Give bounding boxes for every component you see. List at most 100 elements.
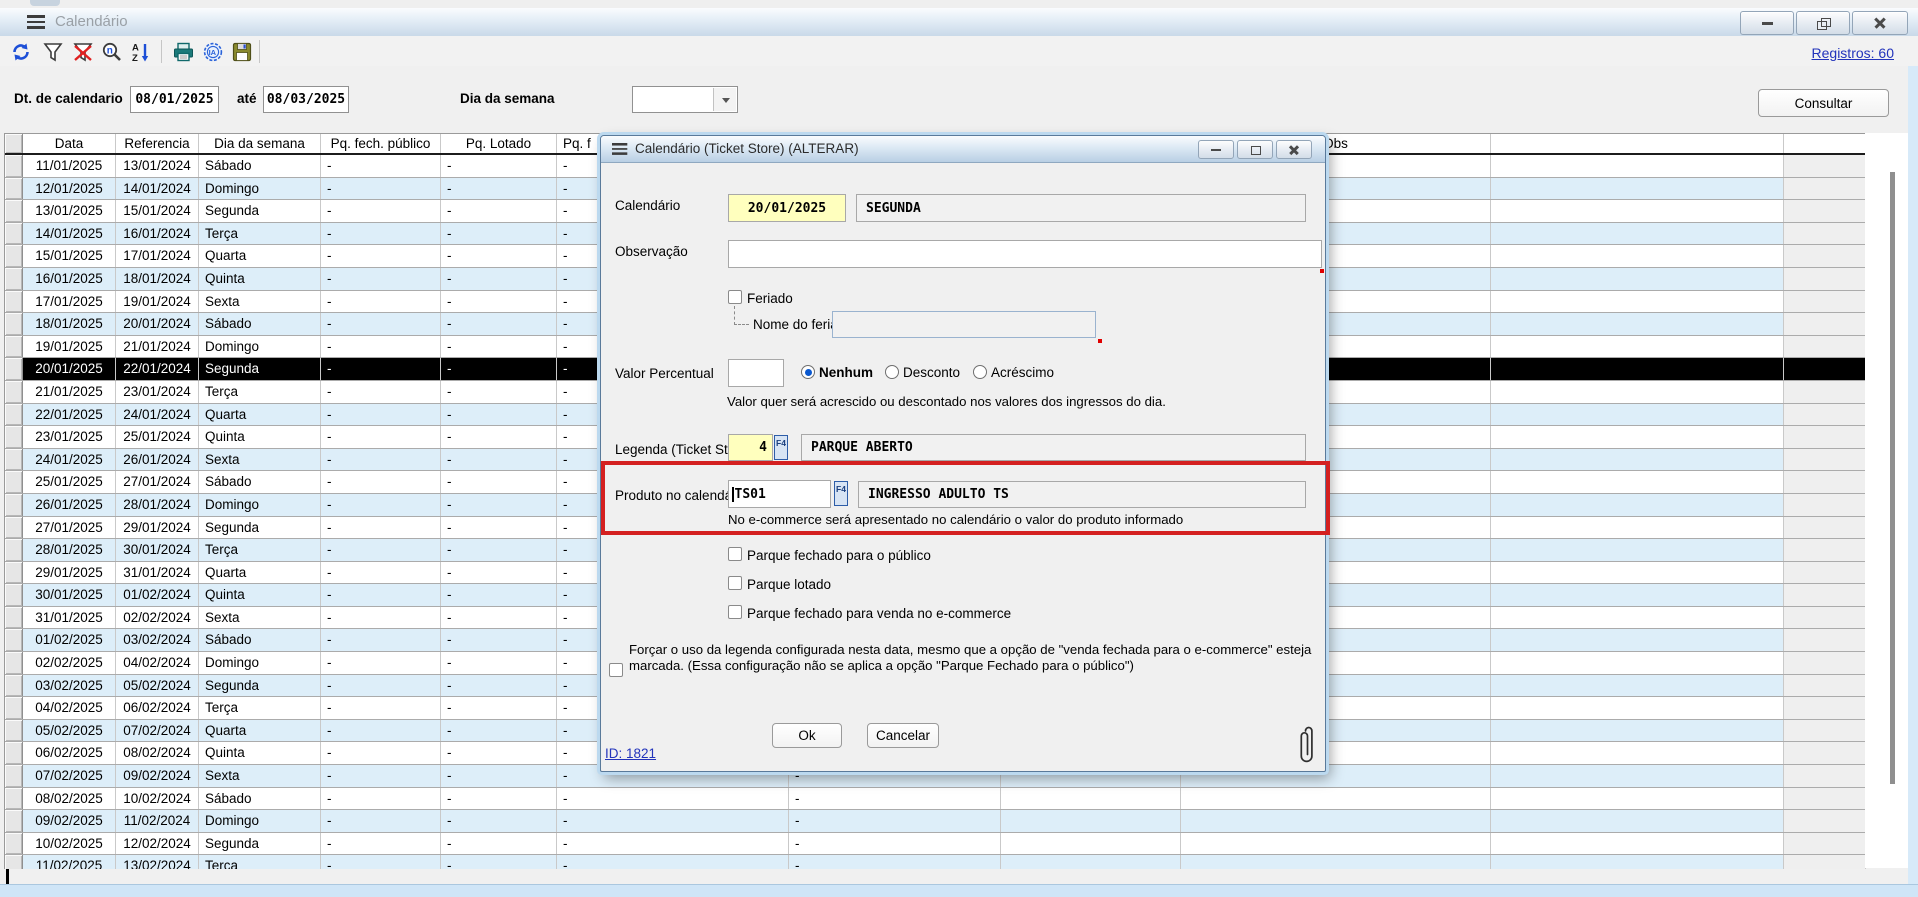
table-row[interactable]: 09/02/202511/02/2024Domingo---- [5, 810, 1866, 833]
cell-data: 23/01/2025 [23, 426, 116, 448]
cell-pq_lotado: - [441, 788, 557, 810]
cell-pq_fech: - [321, 810, 441, 832]
cell-c7: - [789, 788, 1001, 810]
calendario-label: Calendário [615, 198, 680, 213]
date-until-input[interactable]: 08/03/2025 [263, 86, 349, 113]
cell-fill [1784, 697, 1866, 719]
paperclip-icon[interactable] [1299, 726, 1315, 771]
table-row[interactable]: 11/02/202513/02/2024Terça---- [5, 855, 1866, 869]
column-header-dia[interactable]: Dia da semana [199, 134, 321, 153]
cell-pq_lotado: - [441, 629, 557, 651]
legenda-code-input[interactable]: 4 [728, 434, 773, 461]
cell-sel [5, 652, 23, 674]
cell-sel [5, 178, 23, 200]
forcar-legenda-checkbox[interactable] [609, 663, 623, 677]
cell-sel [5, 381, 23, 403]
cell-sel [5, 742, 23, 764]
table-row[interactable]: 10/02/202512/02/2024Segunda---- [5, 833, 1866, 856]
save-icon[interactable] [229, 39, 255, 65]
sort-az-icon[interactable]: AZ [128, 39, 154, 65]
cell-fill [1784, 765, 1866, 787]
ok-button[interactable]: Ok [772, 723, 842, 748]
nome-feriado-input[interactable] [832, 311, 1096, 338]
legenda-f4-button[interactable]: F4 [774, 435, 788, 460]
weekday-select[interactable] [632, 86, 738, 113]
restore-button[interactable] [1796, 11, 1850, 35]
minimize-button[interactable] [1740, 11, 1794, 35]
cell-dia: Sexta [199, 607, 321, 629]
vertical-scrollbar[interactable] [1890, 172, 1895, 784]
process-ia-icon[interactable]: IA [200, 39, 226, 65]
dialog-titlebar[interactable]: Calendário (Ticket Store) (ALTERAR) [601, 136, 1325, 163]
restore-icon [1251, 146, 1261, 155]
parque-fechado-ecommerce-checkbox[interactable] [728, 605, 742, 619]
id-link[interactable]: ID: 1821 [605, 746, 656, 761]
cell-data: 25/01/2025 [23, 471, 116, 493]
cell-sel [5, 155, 23, 177]
cancelar-button[interactable]: Cancelar [867, 723, 939, 748]
produto-f4-button[interactable]: F4 [834, 481, 848, 506]
radio-desconto[interactable] [885, 365, 899, 379]
cell-sel [5, 788, 23, 810]
parque-fechado-publico-checkbox[interactable] [728, 547, 742, 561]
cell-fill [1784, 833, 1866, 855]
dialog-restore-button[interactable] [1237, 140, 1273, 159]
registros-link[interactable]: Registros: 60 [1812, 45, 1894, 61]
parque-lotado-checkbox[interactable] [728, 576, 742, 590]
column-header-sel[interactable] [5, 134, 23, 153]
column-header-data[interactable]: Data [23, 134, 116, 153]
cell-c8 [1001, 810, 1181, 832]
cell-dia: Quarta [199, 562, 321, 584]
cell-pq_lotado: - [441, 404, 557, 426]
cell-ref: 17/01/2024 [116, 245, 199, 267]
cell-pq_fech: - [321, 449, 441, 471]
filter-clear-icon[interactable] [70, 39, 96, 65]
observacao-input[interactable] [728, 240, 1322, 268]
print-icon[interactable] [170, 39, 196, 65]
radio-acrescimo[interactable] [973, 365, 987, 379]
date-from-input[interactable]: 08/01/2025 [130, 86, 219, 113]
table-row[interactable]: 08/02/202510/02/2024Sábado---- [5, 788, 1866, 811]
column-header-c10[interactable] [1491, 134, 1784, 153]
feriado-checkbox[interactable] [728, 290, 742, 304]
cell-dia: Sábado [199, 788, 321, 810]
menu-hamburger-icon[interactable] [27, 15, 45, 32]
produto-desc-field: INGRESSO ADULTO TS [858, 481, 1306, 508]
consultar-button[interactable]: Consultar [1758, 89, 1889, 117]
refresh-icon[interactable] [8, 39, 34, 65]
dialog-minimize-button[interactable] [1198, 140, 1234, 159]
cell-sel [5, 629, 23, 651]
cell-pq_fech: - [321, 720, 441, 742]
valor-percentual-input[interactable] [728, 359, 784, 387]
cell-dia: Quinta [199, 426, 321, 448]
filter-icon[interactable] [40, 39, 66, 65]
toolbar-separator [161, 40, 162, 63]
cell-ref: 06/02/2024 [116, 697, 199, 719]
radio-acrescimo-label: Acréscimo [991, 365, 1054, 380]
forcar-legenda-label: Forçar o uso da legenda configurada nest… [629, 642, 1331, 674]
parque-fechado-ecommerce-label: Parque fechado para venda no e-commerce [747, 606, 1011, 621]
calendario-date-input[interactable]: 20/01/2025 [728, 194, 846, 222]
cell-c10 [1491, 788, 1784, 810]
dialog-close-button[interactable] [1276, 140, 1312, 159]
column-header-pq_fech[interactable]: Pq. fech. público [321, 134, 441, 153]
cell-fill [1784, 358, 1866, 380]
cell-dia: Sábado [199, 471, 321, 493]
column-header-ref[interactable]: Referencia [116, 134, 199, 153]
radio-nenhum[interactable] [801, 365, 815, 379]
cell-ref: 05/02/2024 [116, 675, 199, 697]
cell-pq_fech: - [321, 178, 441, 200]
close-button[interactable] [1852, 11, 1908, 35]
dialog-menu-hamburger-icon[interactable] [612, 143, 627, 157]
cell-pq_lotado: - [441, 720, 557, 742]
cell-pq_fech: - [321, 404, 441, 426]
cell-dia: Sábado [199, 155, 321, 177]
cell-pq_fech: - [321, 517, 441, 539]
produto-code-input[interactable]: TS01 [728, 480, 831, 508]
cell-pq_lotado: - [441, 471, 557, 493]
search-icon[interactable]: n [99, 39, 125, 65]
column-header-fill[interactable] [1784, 134, 1866, 153]
column-header-pq_lotado[interactable]: Pq. Lotado [441, 134, 557, 153]
cell-data: 29/01/2025 [23, 562, 116, 584]
cell-pq_f: - [557, 810, 789, 832]
